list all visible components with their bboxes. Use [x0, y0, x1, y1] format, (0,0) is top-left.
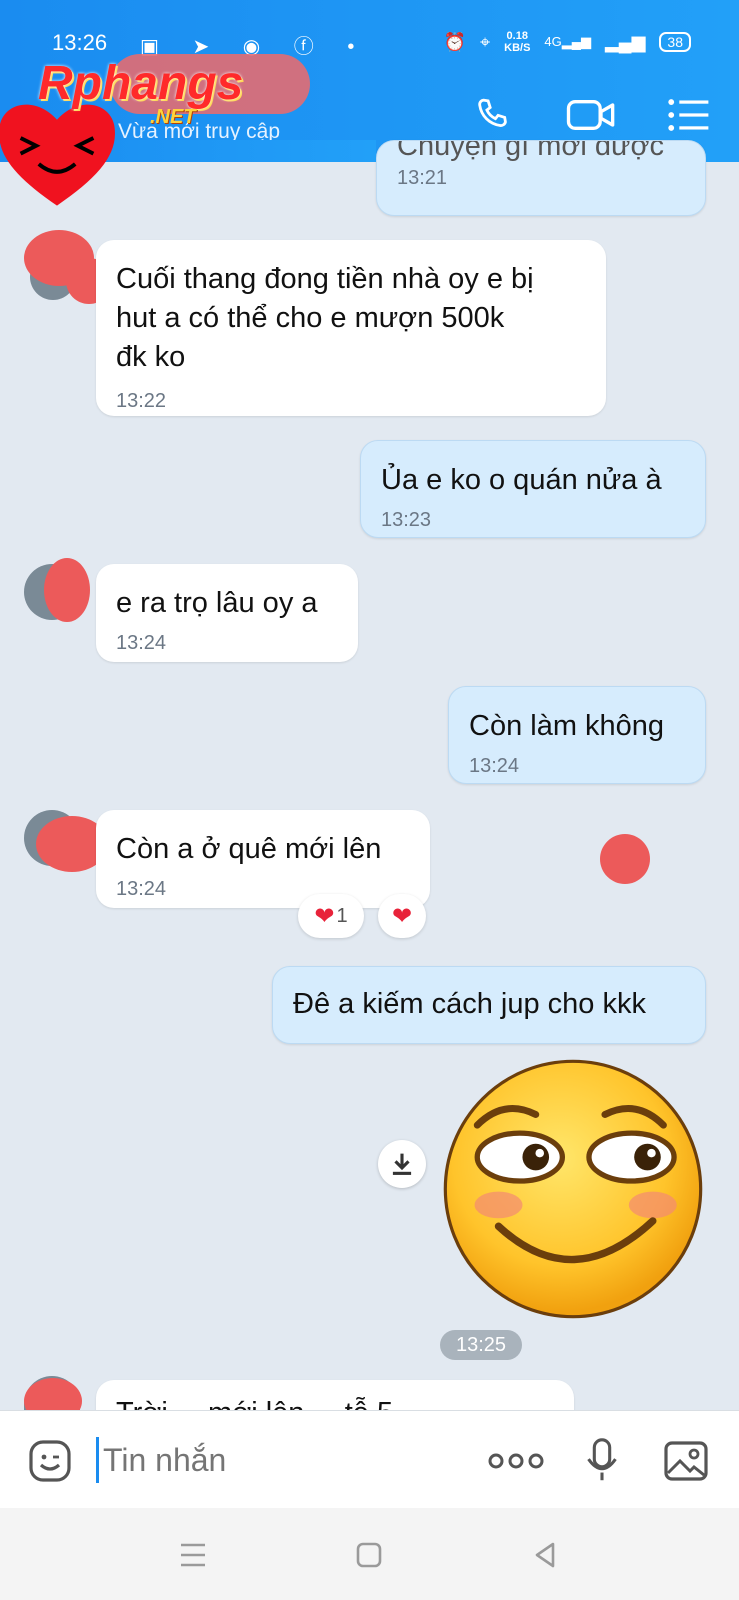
reaction-count-badge[interactable]: ❤ 1: [298, 894, 364, 938]
heart-icon: ❤: [314, 902, 335, 930]
watermark-logo-suffix: .NET: [150, 106, 196, 128]
message-text: Đê a kiếm cách jup cho kkk: [293, 988, 646, 1020]
more-options-button[interactable]: [486, 1435, 546, 1487]
message-time: 13:21: [397, 167, 448, 189]
battery-icon: 38: [659, 32, 691, 52]
status-time: 13:26: [52, 30, 108, 55]
signal-icon: 4G▂▄▆: [544, 34, 591, 49]
message-bubble-incoming[interactable]: e ra trọ lâu oy a 13:24: [96, 564, 358, 662]
menu-lines-icon: [181, 1543, 205, 1567]
image-gallery-icon: [664, 1441, 708, 1481]
menu-button[interactable]: [664, 92, 714, 138]
redaction-mark: [600, 834, 650, 884]
download-icon: [392, 1153, 412, 1175]
message-time: 13:23: [381, 509, 432, 531]
microphone-icon: [587, 1438, 617, 1481]
phone-icon: [478, 98, 507, 127]
heart-icon: ❤: [391, 902, 413, 930]
download-button[interactable]: [378, 1140, 426, 1188]
voice-message-button[interactable]: [576, 1435, 628, 1487]
back-button[interactable]: [528, 1538, 562, 1572]
message-bubble-outgoing[interactable]: Còn làm không 13:24: [448, 686, 706, 784]
call-button[interactable]: [468, 92, 518, 138]
message-bubble-incoming[interactable]: Còn a ở quê mới lên 13:24: [96, 810, 430, 908]
more-dots-icon: [488, 1453, 544, 1469]
message-text-line: Cuối thang đong tiền nhà oy e bị: [116, 263, 534, 295]
message-text-line: hut a có thể cho e mượn 500k: [116, 302, 505, 334]
recent-apps-button[interactable]: [176, 1538, 210, 1572]
square-home-icon: [356, 1542, 382, 1568]
sticker-time: 13:25: [440, 1330, 522, 1360]
emoji-button[interactable]: [24, 1435, 76, 1487]
list-menu-icon: [668, 99, 709, 131]
message-time: 13:22: [116, 390, 167, 412]
message-time: 13:24: [469, 755, 520, 777]
status-bar: 13:26 ▣ ➤ ◉ ⓕ • ⏰ ⌖ 0.18 KB/S 4G▂▄▆ ▂▄▆ 3…: [0, 0, 739, 62]
message-input[interactable]: [96, 1437, 426, 1483]
message-time: 13:24: [116, 632, 167, 654]
add-reaction-button[interactable]: ❤: [378, 894, 426, 938]
status-right: ⏰ ⌖ 0.18 KB/S 4G▂▄▆ ▂▄▆ 38: [444, 30, 691, 54]
message-input-bar: [0, 1410, 739, 1508]
message-time: 13:24: [116, 878, 167, 900]
signal-2-icon: ▂▄▆: [604, 31, 646, 52]
message-text: e ra trọ lâu oy a: [116, 587, 318, 619]
network-speed: 0.18 KB/S: [504, 30, 531, 54]
video-call-button[interactable]: [566, 92, 616, 138]
message-bubble-outgoing[interactable]: Đê a kiếm cách jup cho kkk: [272, 966, 706, 1044]
message-bubble-incoming[interactable]: Cuối thang đong tiền nhà oy e bị hut a c…: [96, 240, 606, 416]
message-text: Ủa e ko o quán nửa à: [381, 464, 662, 496]
image-picker-button[interactable]: [660, 1435, 712, 1487]
message-bubble-outgoing[interactable]: Ủa e ko o quán nửa à 13:23: [360, 440, 706, 538]
message-text: Còn a ở quê mới lên: [116, 833, 382, 865]
smirk-emoji-sticker[interactable]: [440, 1056, 706, 1322]
sticker-smile-icon: [29, 1440, 71, 1482]
back-triangle-icon: [535, 1542, 555, 1568]
watermark-logo-text: Rphangs: [38, 57, 244, 110]
message-text-line: đk ko: [116, 341, 186, 373]
video-camera-icon: [566, 100, 615, 130]
message-text: Còn làm không: [469, 710, 665, 742]
home-button[interactable]: [352, 1538, 386, 1572]
header-edge-right: [706, 140, 739, 162]
reaction-count: 1: [336, 904, 348, 927]
system-navigation-bar: [0, 1508, 739, 1600]
location-icon: ⌖: [479, 31, 491, 52]
redaction-mark: [44, 558, 90, 622]
alarm-icon: ⏰: [443, 31, 466, 52]
